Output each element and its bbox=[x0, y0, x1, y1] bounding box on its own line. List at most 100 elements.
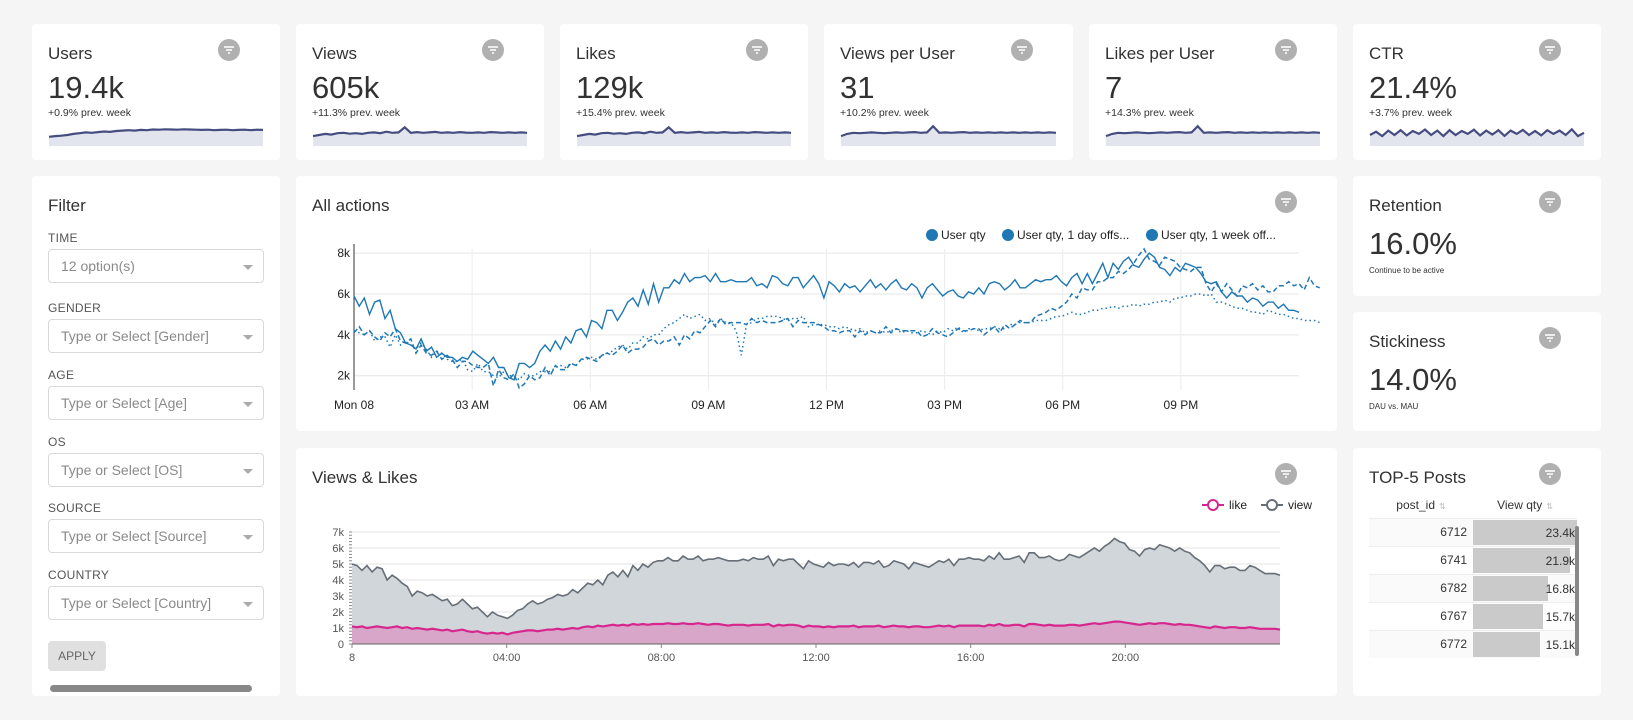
x-tick-label: 06 AM bbox=[573, 398, 607, 412]
y-tick-label: 2k bbox=[337, 369, 351, 383]
select-placeholder: Type or Select [OS] bbox=[61, 462, 183, 478]
view-qty-value: 15.7k bbox=[1545, 609, 1575, 624]
filter-icon[interactable] bbox=[218, 39, 240, 61]
filter-label: COUNTRY bbox=[48, 568, 110, 582]
view-qty-cell: 15.1k bbox=[1473, 629, 1577, 658]
post-id-cell: 6741 bbox=[1369, 545, 1473, 574]
kpi-delta: +0.9% prev. week bbox=[48, 107, 131, 119]
select-placeholder: Type or Select [Country] bbox=[61, 595, 212, 611]
kpi-title: Likes per User bbox=[1105, 44, 1215, 63]
kpi-card: Views per User 31 +10.2% prev. week bbox=[824, 24, 1073, 160]
view-qty-cell: 16.8k bbox=[1473, 573, 1577, 602]
y-tick-label: 7k bbox=[332, 527, 344, 539]
horizontal-scrollbar[interactable] bbox=[50, 685, 252, 692]
apply-button[interactable]: APPLY bbox=[48, 641, 106, 671]
filter-select-os[interactable]: Type or Select [OS] bbox=[48, 453, 264, 487]
retention-card: Retention 16.0% Continue to be active bbox=[1353, 176, 1601, 296]
kpi-delta: +11.3% prev. week bbox=[312, 107, 401, 119]
filter-select-gender[interactable]: Type or Select [Gender] bbox=[48, 319, 264, 353]
post-id-cell: 6712 bbox=[1369, 517, 1473, 546]
filter-select-time[interactable]: 12 option(s) bbox=[48, 249, 264, 283]
kpi-title: Users bbox=[48, 44, 93, 63]
filter-title: Filter bbox=[48, 196, 86, 215]
stickiness-value: 14.0% bbox=[1369, 362, 1457, 397]
x-tick-label: 8 bbox=[349, 652, 355, 664]
filter-icon[interactable] bbox=[1011, 39, 1033, 61]
table-row: 6741 21.9k bbox=[1369, 545, 1577, 574]
vertical-scrollbar[interactable] bbox=[1575, 526, 1579, 656]
all-actions-chart[interactable]: 2k 4k 6k 8k Mon 08 03 AM 06 AM 09 AM 12 PM 03 PM 0… bbox=[296, 176, 1337, 431]
chevron-down-icon bbox=[243, 602, 253, 607]
filter-icon[interactable] bbox=[1539, 327, 1561, 349]
post-id-cell: 6772 bbox=[1369, 629, 1473, 658]
view-qty-value: 15.1k bbox=[1545, 637, 1575, 652]
filter-icon[interactable] bbox=[1539, 191, 1561, 213]
sparkline-area bbox=[577, 127, 791, 146]
retention-title: Retention bbox=[1369, 196, 1442, 215]
kpi-title: Likes bbox=[576, 44, 616, 63]
kpi-delta: +14.3% prev. week bbox=[1105, 107, 1194, 119]
chevron-down-icon bbox=[243, 402, 253, 407]
filter-icon[interactable] bbox=[746, 39, 768, 61]
kpi-delta: +3.7% prev. week bbox=[1369, 107, 1452, 119]
x-tick-label: 20:00 bbox=[1112, 652, 1140, 664]
x-tick-label: 12:00 bbox=[802, 652, 830, 664]
filter-icon[interactable] bbox=[1539, 463, 1561, 485]
post-id-cell: 6782 bbox=[1369, 573, 1473, 602]
value-bar bbox=[1473, 631, 1541, 657]
y-tick-label: 1k bbox=[332, 623, 344, 635]
select-placeholder: Type or Select [Source] bbox=[61, 528, 207, 544]
kpi-card: Likes 129k +15.4% prev. week bbox=[560, 24, 808, 160]
column-header-label: post_id bbox=[1396, 497, 1435, 512]
top5-title: TOP-5 Posts bbox=[1369, 468, 1466, 487]
filter-icon[interactable] bbox=[1275, 39, 1297, 61]
y-tick-label: 0 bbox=[338, 639, 344, 651]
kpi-value: 129k bbox=[576, 70, 644, 105]
sort-icon[interactable]: ⇅ bbox=[1546, 502, 1553, 511]
filter-label: SOURCE bbox=[48, 501, 102, 515]
y-tick-label: 2k bbox=[332, 607, 344, 619]
views-likes-card: Views & Likes like view 0 1k 2k 3k 4k 5k 6k 7k 8… bbox=[296, 448, 1337, 696]
views-likes-chart[interactable]: 0 1k 2k 3k 4k 5k 6k 7k 8 04:00 08:00 12:00 16:00 20:0… bbox=[296, 448, 1337, 696]
x-tick-label: 03 PM bbox=[927, 398, 962, 412]
filter-select-source[interactable]: Type or Select [Source] bbox=[48, 519, 264, 553]
kpi-value: 21.4% bbox=[1369, 70, 1457, 105]
kpi-value: 7 bbox=[1105, 70, 1123, 105]
filter-label: OS bbox=[48, 435, 66, 449]
filter-icon[interactable] bbox=[1539, 39, 1561, 61]
filter-label: GENDER bbox=[48, 301, 102, 315]
x-tick-label: 04:00 bbox=[493, 652, 521, 664]
filter-panel: Filter TIME 12 option(s) GENDER Type or Sel… bbox=[32, 176, 280, 696]
column-header-view-qty[interactable]: View qty ⇅ bbox=[1473, 492, 1577, 518]
retention-caption: Continue to be active bbox=[1369, 266, 1445, 275]
all-actions-card: All actions User qty User qty, 1 day off… bbox=[296, 176, 1337, 431]
select-placeholder: Type or Select [Age] bbox=[61, 395, 188, 411]
chevron-down-icon bbox=[243, 469, 253, 474]
column-header-post-id[interactable]: post_id ⇅ bbox=[1369, 492, 1473, 518]
view-qty-cell: 21.9k bbox=[1473, 545, 1577, 574]
table-row: 6712 23.4k bbox=[1369, 517, 1577, 546]
stickiness-card: Stickiness 14.0% DAU vs. MAU bbox=[1353, 312, 1601, 431]
kpi-value: 605k bbox=[312, 70, 380, 105]
chevron-down-icon bbox=[243, 535, 253, 540]
view-qty-value: 21.9k bbox=[1545, 553, 1575, 568]
view-qty-value: 23.4k bbox=[1545, 525, 1575, 540]
post-id-cell: 6767 bbox=[1369, 601, 1473, 630]
kpi-card: CTR 21.4% +3.7% prev. week bbox=[1353, 24, 1601, 160]
filter-icon[interactable] bbox=[482, 39, 504, 61]
sparkline-area bbox=[841, 126, 1056, 146]
top5-posts-card: TOP-5 Posts post_id ⇅ View qty ⇅ 6712 23.4… bbox=[1353, 448, 1601, 696]
kpi-sparkline bbox=[48, 128, 264, 146]
kpi-value: 31 bbox=[840, 70, 875, 105]
chevron-down-icon bbox=[243, 265, 253, 270]
sort-icon[interactable]: ⇅ bbox=[1439, 502, 1446, 511]
y-tick-label: 4k bbox=[337, 328, 351, 342]
retention-value: 16.0% bbox=[1369, 226, 1457, 261]
value-bar bbox=[1473, 575, 1548, 601]
sparkline-area bbox=[49, 129, 263, 146]
kpi-sparkline bbox=[1369, 127, 1585, 146]
filter-select-country[interactable]: Type or Select [Country] bbox=[48, 586, 264, 620]
sparkline-area bbox=[1106, 126, 1320, 146]
view-qty-cell: 23.4k bbox=[1473, 517, 1577, 546]
filter-select-age[interactable]: Type or Select [Age] bbox=[48, 386, 264, 420]
